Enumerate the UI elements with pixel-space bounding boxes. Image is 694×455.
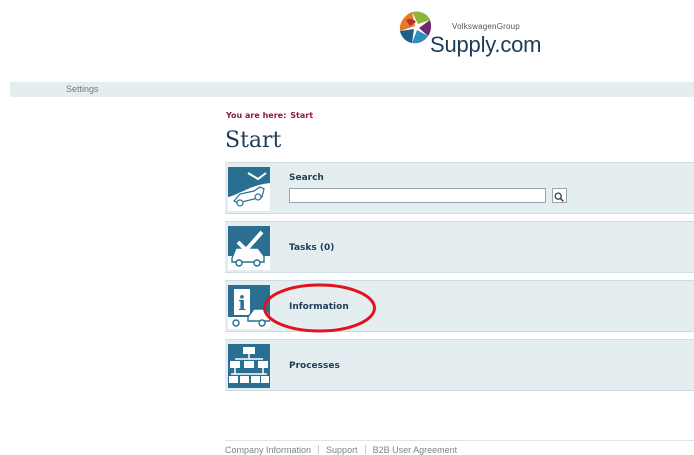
search-button[interactable] [552, 188, 567, 203]
processes-label[interactable]: Processes [289, 361, 340, 371]
processes-tree-icon [228, 344, 270, 388]
tasks-checkmark-icon [228, 226, 270, 270]
search-label: Search [289, 173, 324, 183]
footer-link-b2b-user-agreement[interactable]: B2B User Agreement [373, 445, 458, 455]
logo-subtitle: VolkswagenGroup [452, 22, 520, 31]
search-input[interactable] [289, 188, 546, 203]
logo-title: Supply.com [430, 32, 542, 57]
footer-link-support[interactable]: Support [326, 445, 358, 455]
breadcrumb: You are here: Start [226, 111, 313, 120]
footer: Company Information Support B2B User Agree… [225, 440, 694, 455]
settings-bar: Settings [10, 82, 694, 97]
logo-globe-icon [399, 11, 432, 44]
tasks-label[interactable]: Tasks (0) [289, 243, 334, 253]
breadcrumb-current[interactable]: Start [290, 111, 313, 120]
footer-divider [318, 445, 320, 454]
svg-text:i: i [238, 291, 246, 315]
footer-link-company-information[interactable]: Company Information [225, 445, 311, 455]
magnifier-icon [554, 192, 564, 202]
tile-search: Search [225, 162, 694, 214]
breadcrumb-prefix: You are here: [226, 111, 287, 120]
settings-link[interactable]: Settings [66, 84, 99, 94]
search-car-icon [228, 167, 270, 211]
tile-processes[interactable]: Processes [225, 339, 694, 391]
tile-tasks[interactable]: Tasks (0) [225, 221, 694, 273]
page-title: Start [225, 128, 282, 153]
footer-divider [364, 445, 366, 454]
information-icon: i [228, 285, 270, 329]
supply-logo[interactable]: VolkswagenGroup Supply.com [398, 8, 542, 60]
information-label[interactable]: Information [289, 302, 349, 312]
tile-information[interactable]: i Information [225, 280, 694, 332]
